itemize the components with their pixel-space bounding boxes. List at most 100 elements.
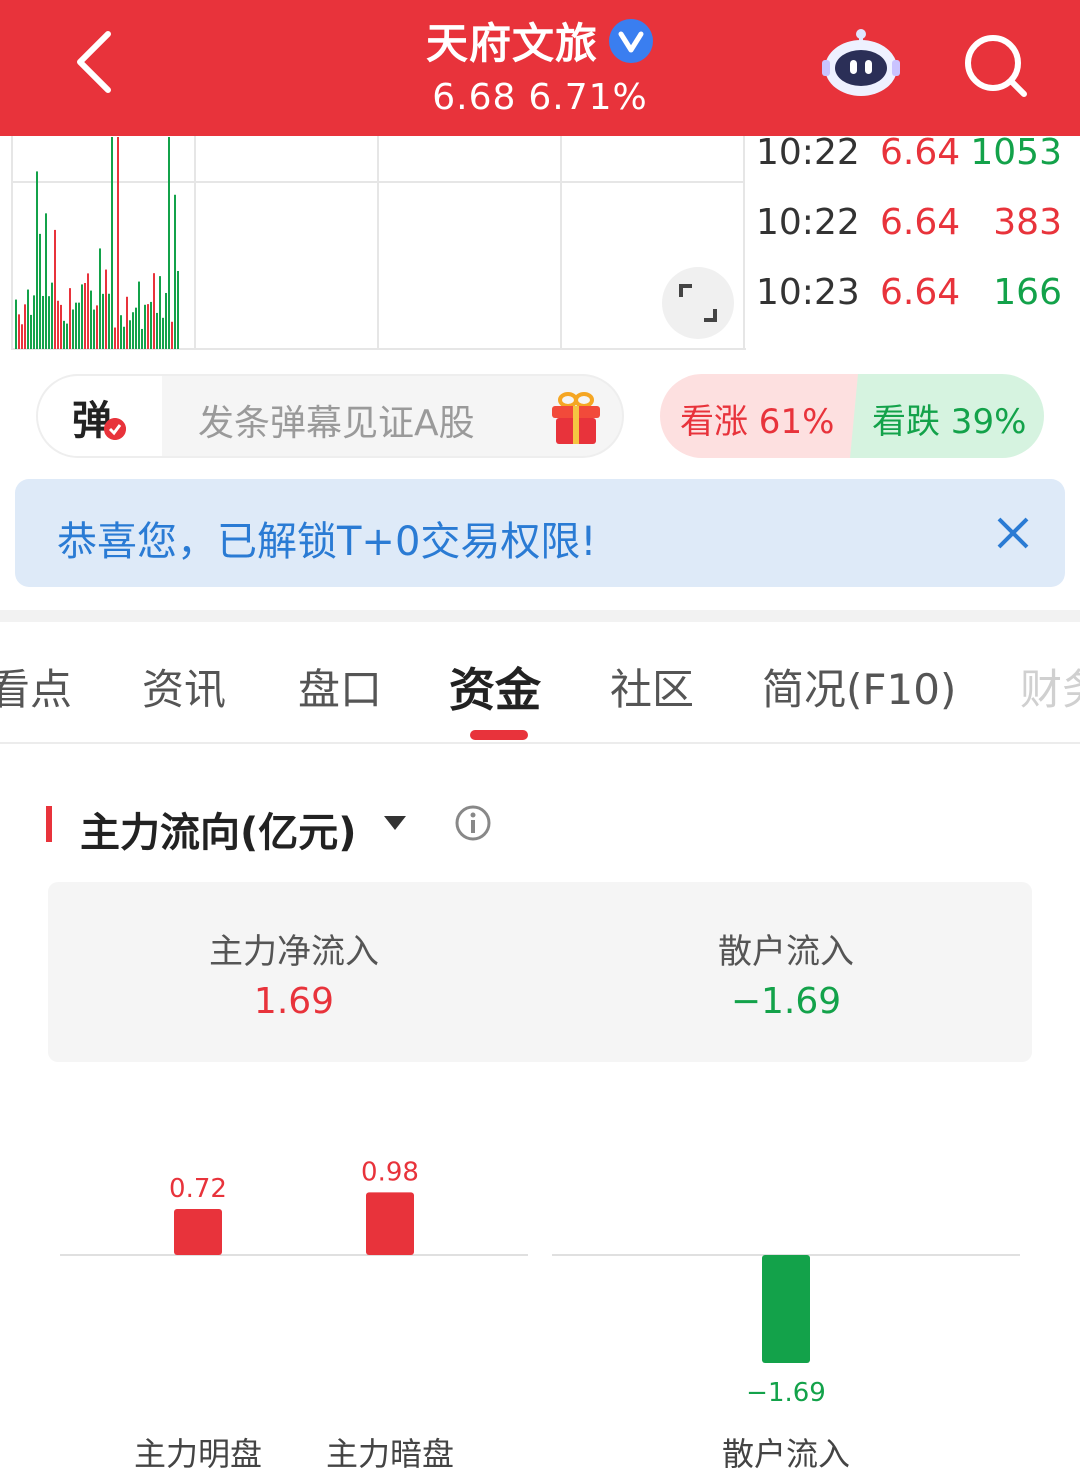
- volume-bar: [48, 296, 50, 349]
- sentiment-vote: 看涨 61% 看跌 39%: [660, 374, 1044, 458]
- volume-bar: [78, 302, 80, 349]
- volume-bar: [15, 299, 17, 349]
- volume-bar: [54, 229, 56, 349]
- volume-bar: [45, 213, 47, 349]
- volume-bar: [81, 284, 83, 349]
- volume-bar: [69, 288, 71, 349]
- volume-bar: [144, 304, 146, 349]
- active-tab-indicator: [470, 730, 528, 740]
- danmu-toggle[interactable]: 弹: [38, 376, 162, 456]
- stock-name[interactable]: 天府文旅: [426, 10, 598, 71]
- tab-profile[interactable]: 简况(F10): [762, 656, 956, 717]
- vote-bearish-button[interactable]: 看跌 39%: [850, 374, 1044, 458]
- volume-bars: [15, 137, 179, 349]
- retail-inflow-label: 散户流入: [718, 932, 854, 972]
- volume-bar: [141, 328, 143, 349]
- section-marker: [46, 806, 52, 842]
- volume-bar: [114, 327, 116, 349]
- volume-bar: [111, 137, 113, 349]
- tick-row: 10:23 6.64 166: [752, 272, 1062, 322]
- search-icon: [965, 35, 1027, 97]
- volume-bar: [84, 283, 86, 349]
- volume-bar: [18, 314, 20, 349]
- tick-price: 6.64: [880, 202, 961, 243]
- retail-inflow: 散户流入 −1.69: [540, 924, 1032, 1022]
- tab-news[interactable]: 资讯: [142, 656, 226, 717]
- robot-assistant-icon: [822, 29, 900, 96]
- close-icon[interactable]: [989, 509, 1037, 557]
- verified-icon: [609, 18, 653, 63]
- tick-price: 6.64: [880, 272, 961, 313]
- tick-price: 6.64: [880, 132, 961, 173]
- volume-bar: [105, 269, 107, 349]
- bar-3: [762, 1255, 810, 1363]
- volume-bar: [27, 289, 29, 349]
- volume-bar: [60, 304, 62, 349]
- t0-unlock-banner: 恭喜您，已解锁T+0交易权限!: [15, 479, 1065, 587]
- category-label: 主力暗盘: [326, 1435, 454, 1473]
- volume-bar: [168, 137, 170, 349]
- search-button[interactable]: [960, 30, 1032, 102]
- danmu-input-bar[interactable]: 弹 发条弹幕见证A股: [36, 374, 624, 458]
- tab-orderbook[interactable]: 盘口: [298, 656, 382, 717]
- bar-value-label: −1.69: [746, 1378, 826, 1408]
- volume-bar: [123, 326, 125, 349]
- fullscreen-button[interactable]: [662, 267, 734, 339]
- volume-bar: [153, 273, 155, 349]
- tick-volume: 1053: [970, 132, 1062, 173]
- volume-bar: [36, 171, 38, 349]
- volume-bar: [33, 295, 35, 349]
- expand-icon: [679, 284, 717, 322]
- volume-bar: [174, 194, 176, 349]
- tick-volume: 166: [993, 272, 1062, 313]
- tab-capital-flow[interactable]: 资金: [449, 654, 541, 720]
- danmu-icon: 弹: [72, 398, 112, 444]
- volume-bar: [72, 309, 74, 349]
- info-icon[interactable]: [454, 804, 492, 842]
- flow-summary-card: 主力净流入 1.69 散户流入 −1.69: [48, 882, 1032, 1062]
- volume-bar: [42, 295, 44, 349]
- category-label: 主力明盘: [134, 1435, 262, 1473]
- volume-bar: [57, 300, 59, 349]
- tab-highlights[interactable]: 看点: [0, 656, 72, 717]
- danmu-placeholder[interactable]: 发条弹幕见证A股: [198, 394, 475, 446]
- volume-bar: [132, 312, 134, 349]
- tick-list[interactable]: 10:22 6.64 1053 10:22 6.64 383 10:23 6.6…: [752, 132, 1070, 348]
- section-title[interactable]: 主力流向(亿元): [80, 800, 357, 858]
- volume-bar: [177, 270, 179, 349]
- volume-bar: [75, 302, 77, 349]
- volume-bar: [150, 301, 152, 349]
- price-quote: 6.68 6.71%: [0, 77, 1080, 118]
- volume-bar: [126, 296, 128, 349]
- main-net-inflow-value: 1.69: [253, 981, 335, 1022]
- capital-flow-bar-chart: 0.72 主力明盘 0.98 主力暗盘 −1.69 散户流入: [60, 1157, 1020, 1473]
- volume-bar: [90, 290, 92, 349]
- vote-bullish-button[interactable]: 看涨 61%: [660, 374, 860, 458]
- dropdown-caret-icon[interactable]: [382, 814, 408, 832]
- bullish-label: 看涨 61%: [680, 402, 835, 442]
- volume-bar: [93, 309, 95, 349]
- gift-icon[interactable]: [548, 390, 604, 446]
- bearish-label: 看跌 39%: [872, 402, 1027, 442]
- volume-bar: [63, 320, 65, 349]
- main-net-inflow-label: 主力净流入: [209, 932, 379, 972]
- bar-value-label: 0.98: [361, 1157, 419, 1187]
- bar-1: [174, 1208, 222, 1255]
- volume-bar: [99, 248, 101, 349]
- volume-chart[interactable]: [0, 136, 746, 352]
- volume-bar: [147, 304, 149, 349]
- volume-bar: [24, 304, 26, 349]
- check-icon: [104, 418, 126, 440]
- ai-assistant-button[interactable]: [820, 26, 902, 98]
- last-price: 6.68: [432, 77, 517, 118]
- volume-bar: [138, 281, 140, 349]
- tab-community[interactable]: 社区: [610, 656, 694, 717]
- tick-volume: 383: [993, 202, 1062, 243]
- banner-message: 恭喜您，已解锁T+0交易权限!: [57, 519, 597, 565]
- tick-time: 10:22: [756, 202, 860, 243]
- main-net-inflow: 主力净流入 1.69: [48, 924, 540, 1022]
- volume-bar: [171, 321, 173, 349]
- tab-financials[interactable]: 财务: [1020, 656, 1080, 717]
- volume-bar: [51, 282, 53, 349]
- volume-bar: [30, 314, 32, 349]
